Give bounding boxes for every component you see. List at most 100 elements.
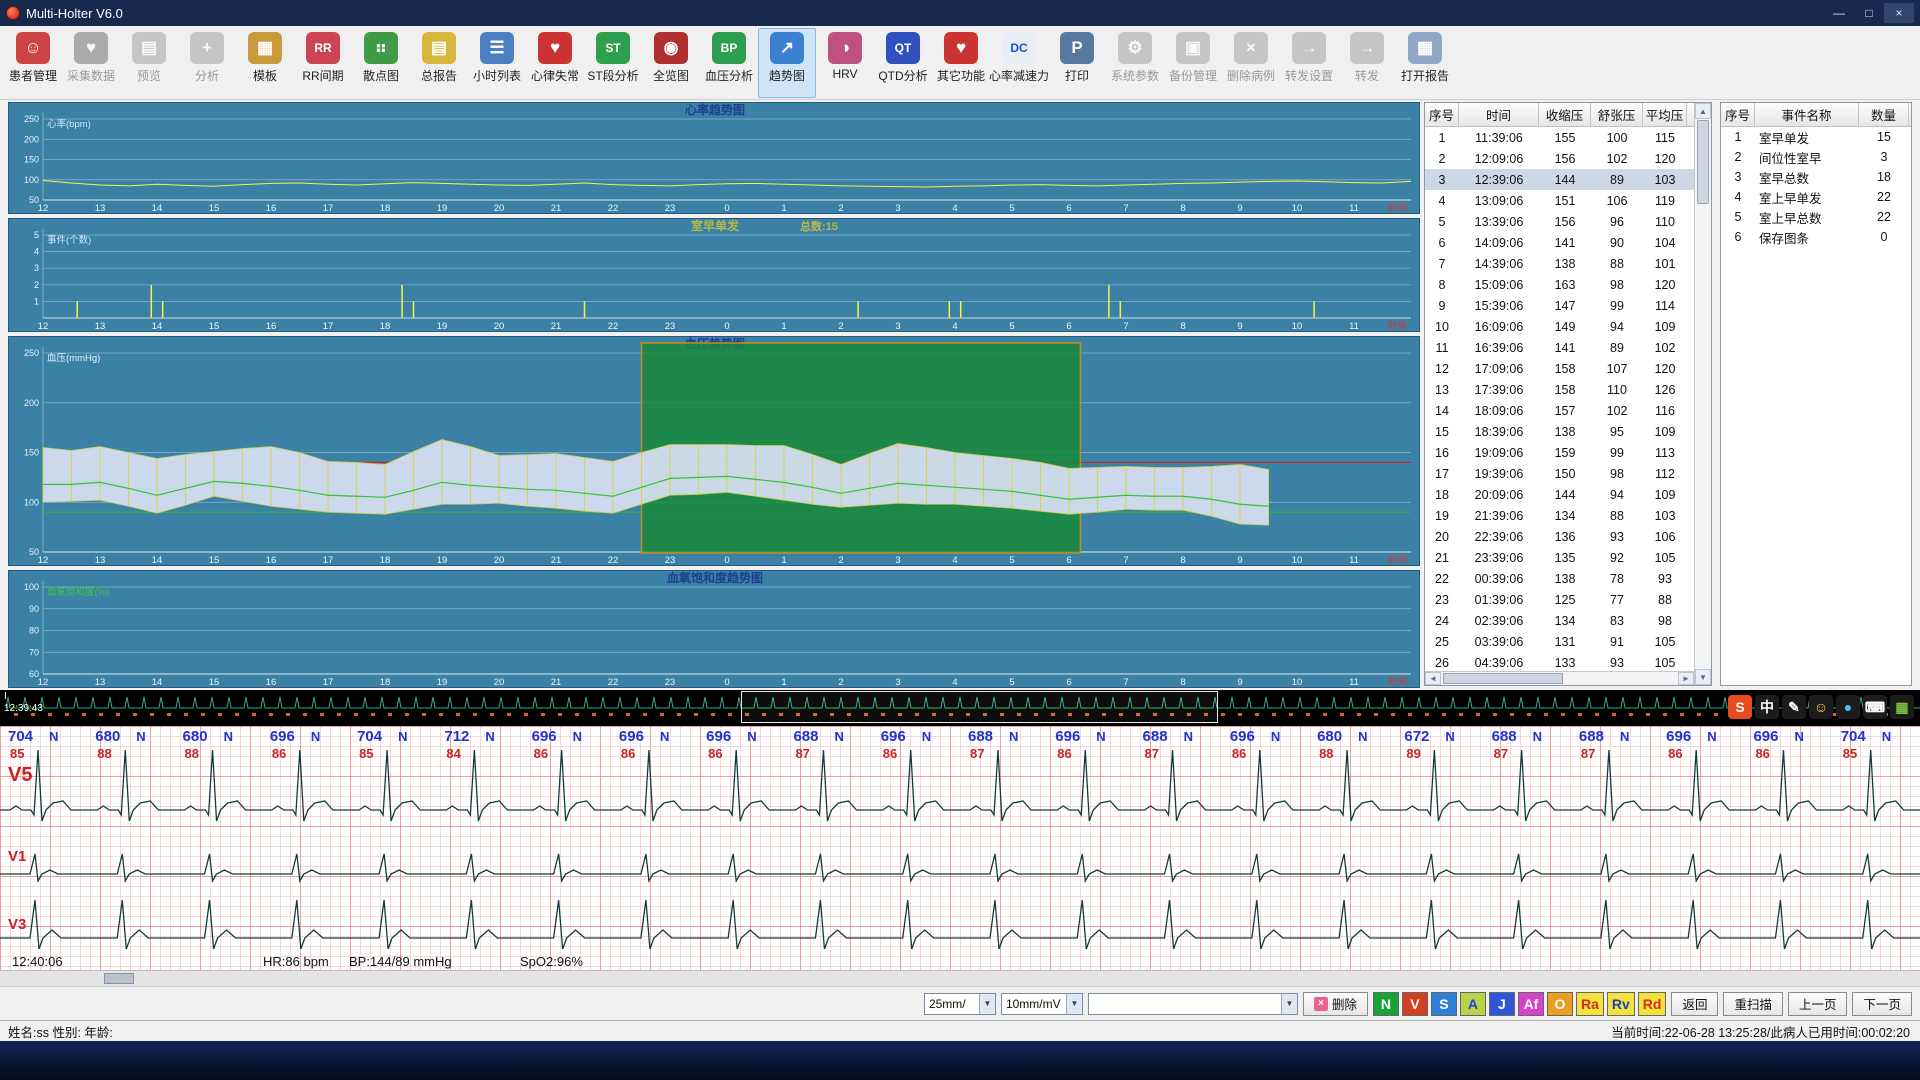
toolbar-button-arrhythmia[interactable]: ♥心律失常 bbox=[526, 28, 584, 98]
toolbar-button-overview-map[interactable]: ◉全览图 bbox=[642, 28, 700, 98]
toolbar-button-st-analysis[interactable]: STST段分析 bbox=[584, 28, 642, 98]
hr-trend-panel[interactable]: 2502001501005012131415161718192021222301… bbox=[8, 102, 1420, 214]
bp-table-row[interactable]: 1418:09:06157102116 bbox=[1425, 400, 1694, 421]
bp-table-row[interactable]: 513:39:0615696110 bbox=[1425, 211, 1694, 232]
bp-hscroll-thumb[interactable] bbox=[1443, 673, 1563, 684]
event-table-row[interactable]: 1室早单发15 bbox=[1721, 127, 1911, 147]
mic-icon[interactable]: ● bbox=[1836, 695, 1860, 719]
bp-table-row[interactable]: 2022:39:0613693106 bbox=[1425, 526, 1694, 547]
ecg-hscroll-thumb[interactable] bbox=[104, 973, 134, 984]
speed-select[interactable]: 25mm/▼ bbox=[924, 993, 996, 1015]
close-button[interactable]: × bbox=[1884, 3, 1914, 23]
bp-table-row[interactable]: 1719:39:0615098112 bbox=[1425, 463, 1694, 484]
bp-table-row[interactable]: 1820:09:0614494109 bbox=[1425, 484, 1694, 505]
event-col-header[interactable]: 数量 bbox=[1859, 103, 1909, 126]
beat-class-button-j[interactable]: J bbox=[1489, 992, 1515, 1016]
handwriting-icon[interactable]: ✎ bbox=[1782, 695, 1806, 719]
beat-class-button-n[interactable]: N bbox=[1373, 992, 1399, 1016]
bp-vscroll-down-arrow[interactable]: ▼ bbox=[1695, 669, 1711, 685]
bp-table-row[interactable]: 1016:09:0614994109 bbox=[1425, 316, 1694, 337]
bp-table-row[interactable]: 312:39:0614489103 bbox=[1425, 169, 1694, 190]
bp-table-row[interactable]: 614:09:0614190104 bbox=[1425, 232, 1694, 253]
toolbar-button-patient-management[interactable]: ☺患者管理 bbox=[4, 28, 62, 98]
toolbar-button-trend-chart[interactable]: ↗趋势图 bbox=[758, 28, 816, 98]
beat-class-button-rd[interactable]: Rd bbox=[1638, 992, 1667, 1016]
minimize-button[interactable]: — bbox=[1824, 3, 1854, 23]
bp-table-row[interactable]: 915:39:0614799114 bbox=[1425, 295, 1694, 316]
next-page-button[interactable]: 下一页 bbox=[1852, 992, 1912, 1016]
spo2-trend-panel[interactable]: 1009080706012131415161718192021222301234… bbox=[8, 570, 1420, 688]
toolbar-button-print[interactable]: P打印 bbox=[1048, 28, 1106, 98]
beat-class-button-rv[interactable]: Rv bbox=[1607, 992, 1635, 1016]
event-table-row[interactable]: 6保存图条0 bbox=[1721, 227, 1911, 247]
pvc-trend-panel[interactable]: 5432112131415161718192021222301234567891… bbox=[8, 218, 1420, 332]
event-table-row[interactable]: 3室早总数18 bbox=[1721, 167, 1911, 187]
toolbar-button-hrv[interactable]: ◑HRV bbox=[816, 28, 874, 98]
prev-page-button[interactable]: 上一页 bbox=[1788, 992, 1848, 1016]
toolbar-button-hour-list[interactable]: ☰小时列表 bbox=[468, 28, 526, 98]
bp-col-header[interactable]: 平均压 bbox=[1643, 103, 1687, 126]
beat-class-button-ra[interactable]: Ra bbox=[1576, 992, 1604, 1016]
toolbar-button-scatter-plot[interactable]: ⠶散点图 bbox=[352, 28, 410, 98]
bp-table-row[interactable]: 2402:39:061348398 bbox=[1425, 610, 1694, 631]
toolbar-button-qtd-analysis[interactable]: QTQTD分析 bbox=[874, 28, 932, 98]
bp-hscroll-right-arrow[interactable]: ► bbox=[1678, 672, 1694, 685]
back-button[interactable]: 返回 bbox=[1671, 992, 1718, 1016]
overview-selection-box[interactable] bbox=[741, 691, 1218, 723]
keyboard-icon[interactable]: ⌨ bbox=[1863, 695, 1887, 719]
bp-table-row[interactable]: 111:39:06155100115 bbox=[1425, 127, 1694, 148]
bp-table-row[interactable]: 413:09:06151106119 bbox=[1425, 190, 1694, 211]
event-col-header[interactable]: 序号 bbox=[1721, 103, 1755, 126]
ecg-hscrollbar[interactable] bbox=[0, 970, 1920, 986]
bp-hscroll-left-arrow[interactable]: ◄ bbox=[1425, 672, 1441, 685]
ecg-overview-strip[interactable]: I 12:39:43 S中✎☺●⌨▦ bbox=[0, 690, 1920, 726]
input-mode-icon[interactable]: 中 bbox=[1755, 695, 1779, 719]
toolbar-button-other-functions[interactable]: ♥其它功能 bbox=[932, 28, 990, 98]
sogou-logo-icon[interactable]: S bbox=[1728, 695, 1752, 719]
beat-class-button-o[interactable]: O bbox=[1547, 992, 1573, 1016]
beat-class-button-af[interactable]: Af bbox=[1518, 992, 1544, 1016]
bp-table-row[interactable]: 1518:39:0613895109 bbox=[1425, 421, 1694, 442]
bp-table-row[interactable]: 212:09:06156102120 bbox=[1425, 148, 1694, 169]
bp-table-row[interactable]: 1619:09:0615999113 bbox=[1425, 442, 1694, 463]
template-select[interactable]: ▼ bbox=[1088, 993, 1298, 1015]
bp-table-row[interactable]: 2123:39:0613592105 bbox=[1425, 547, 1694, 568]
bp-table-row[interactable]: 2604:39:0613393105 bbox=[1425, 652, 1694, 671]
toolbar-button-template[interactable]: ▦模板 bbox=[236, 28, 294, 98]
toolbar-button-rr-interval[interactable]: RRRR间期 bbox=[294, 28, 352, 98]
toolbar-button-open-report[interactable]: ▦打开报告 bbox=[1396, 28, 1454, 98]
bp-table-hscrollbar[interactable]: ◄ ► bbox=[1425, 671, 1694, 685]
toolbar-button-total-report[interactable]: ▤总报告 bbox=[410, 28, 468, 98]
bp-trend-panel[interactable]: 2502001501005012131415161718192021222301… bbox=[8, 336, 1420, 566]
bp-table-row[interactable]: 2200:39:061387893 bbox=[1425, 568, 1694, 589]
bp-col-header[interactable]: 收缩压 bbox=[1539, 103, 1591, 126]
beat-class-button-v[interactable]: V bbox=[1402, 992, 1428, 1016]
event-table-row[interactable]: 4室上早单发22 bbox=[1721, 187, 1911, 207]
bp-col-header[interactable]: 序号 bbox=[1425, 103, 1459, 126]
gain-select[interactable]: 10mm/mV▼ bbox=[1001, 993, 1083, 1015]
toolbar-button-bp-analysis[interactable]: BP血压分析 bbox=[700, 28, 758, 98]
bp-vscroll-thumb[interactable] bbox=[1697, 120, 1709, 204]
event-col-header[interactable]: 事件名称 bbox=[1755, 103, 1859, 126]
beat-class-button-a[interactable]: A bbox=[1460, 992, 1486, 1016]
bp-col-header[interactable]: 舒张压 bbox=[1591, 103, 1643, 126]
beat-class-button-s[interactable]: S bbox=[1431, 992, 1457, 1016]
bp-col-header[interactable]: 备注 bbox=[1687, 103, 1694, 126]
toolbar-button-deceleration-capacity[interactable]: DC心率减速力 bbox=[990, 28, 1048, 98]
bp-table-row[interactable]: 1317:39:06158110126 bbox=[1425, 379, 1694, 400]
bp-table-row[interactable]: 2301:39:061257788 bbox=[1425, 589, 1694, 610]
bp-table-vscrollbar[interactable]: ▲ ▼ bbox=[1694, 103, 1711, 685]
ecg-strip-area[interactable]: 704N85680N88680N88696N86704N85712N84696N… bbox=[0, 726, 1920, 970]
rescan-button[interactable]: 重扫描 bbox=[1723, 992, 1783, 1016]
toolbox-icon[interactable]: ▦ bbox=[1890, 695, 1914, 719]
maximize-button[interactable]: □ bbox=[1854, 3, 1884, 23]
bp-vscroll-up-arrow[interactable]: ▲ bbox=[1695, 103, 1711, 119]
bp-table-row[interactable]: 2503:39:0613191105 bbox=[1425, 631, 1694, 652]
bp-table-row[interactable]: 1116:39:0614189102 bbox=[1425, 337, 1694, 358]
delete-button[interactable]: × 删除 bbox=[1303, 992, 1368, 1016]
event-table-row[interactable]: 5室上早总数22 bbox=[1721, 207, 1911, 227]
bp-table-row[interactable]: 714:39:0613888101 bbox=[1425, 253, 1694, 274]
bp-table-row[interactable]: 1921:39:0613488103 bbox=[1425, 505, 1694, 526]
event-table-row[interactable]: 2间位性室早3 bbox=[1721, 147, 1911, 167]
emoji-icon[interactable]: ☺ bbox=[1809, 695, 1833, 719]
